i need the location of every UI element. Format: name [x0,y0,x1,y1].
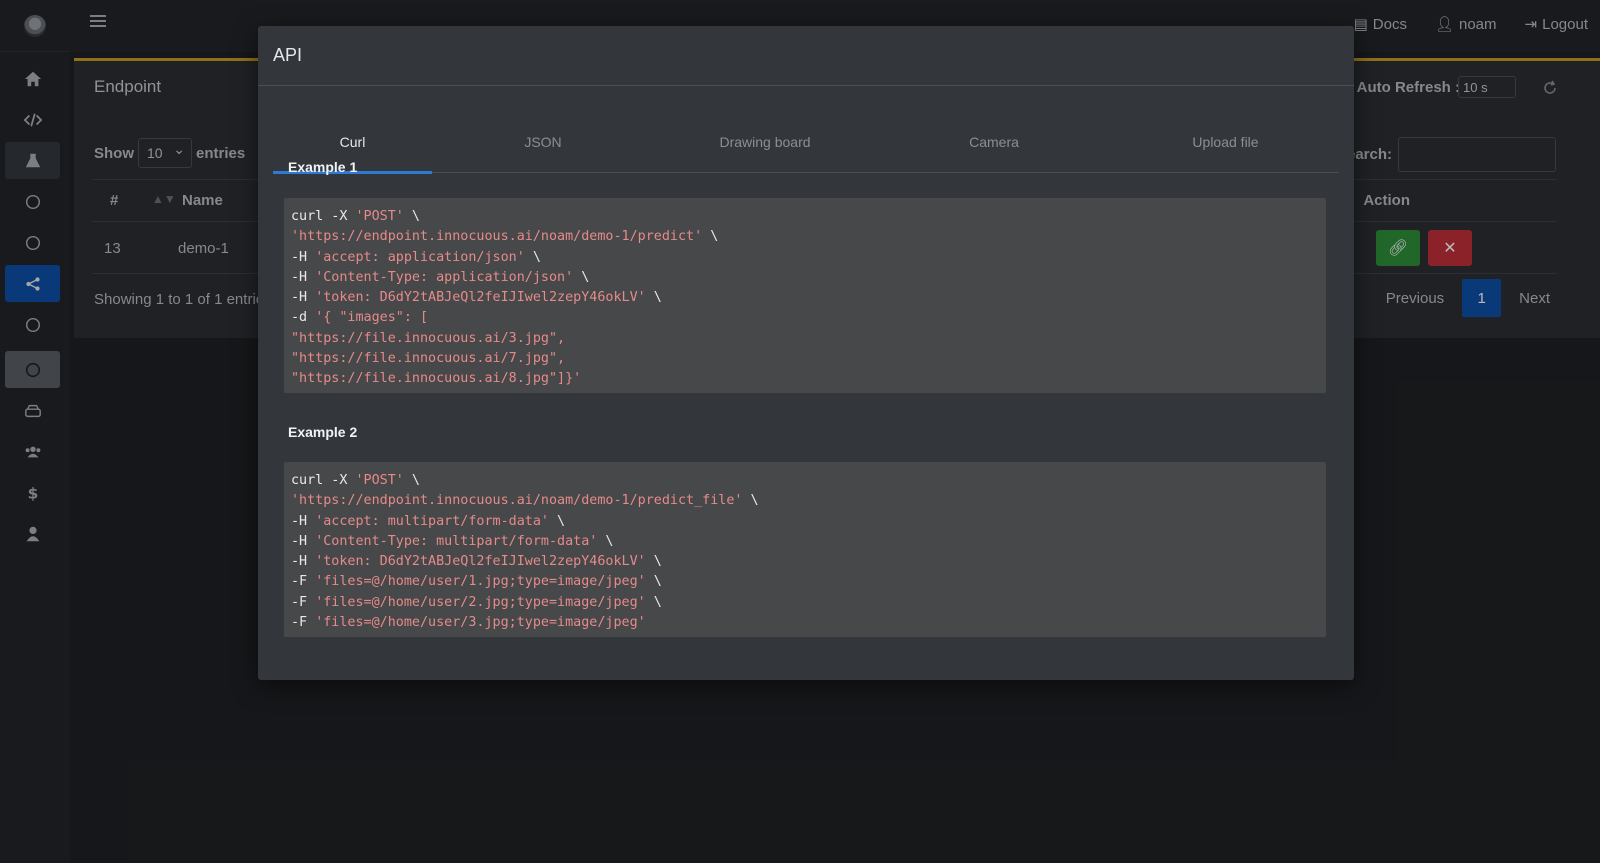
code-line: "https://file.innocuous.ai/8.jpg"]}' [291,371,582,387]
code-line: -H 'Content-Type: application/json' \ [291,269,590,285]
tab-upload-file[interactable]: Upload file [1112,111,1339,173]
modal-title: API [258,26,1354,86]
tab-camera[interactable]: Camera [876,111,1112,173]
code-line: 'https://endpoint.innocuous.ai/noam/demo… [291,229,719,245]
code-line: "https://file.innocuous.ai/3.jpg", [291,330,566,346]
code-line: curl -X 'POST' \ [291,473,420,488]
code-line: -H 'accept: application/json' \ [291,249,541,265]
code-line: -H 'Content-Type: multipart/form-data' \ [291,533,614,549]
code-line: -d '{ "images": [ [291,310,429,326]
code-line: -F 'files=@/home/user/3.jpg;type=image/j… [291,615,646,631]
tab-drawing-board[interactable]: Drawing board [654,111,876,173]
code-block-example-2[interactable]: curl -X 'POST' \ 'https://endpoint.innocu… [284,462,1326,637]
api-modal: API Curl JSON Drawing board Camera Uploa… [258,26,1354,680]
code-line: -F 'files=@/home/user/1.jpg;type=image/j… [291,574,662,590]
example-1-title: Example 1 [288,159,358,175]
code-line: 'https://endpoint.innocuous.ai/noam/demo… [291,493,759,509]
code-line: -H 'accept: multipart/form-data' \ [291,513,566,529]
tab-json[interactable]: JSON [432,111,654,173]
code-line: "https://file.innocuous.ai/7.jpg", [291,351,566,367]
code-line: curl -X 'POST' \ [291,209,420,224]
api-tabs: Curl JSON Drawing board Camera Upload fi… [273,111,1339,174]
code-line: -H 'token: D6dY2tABJeQl2feIJIwel2zepY46o… [291,290,662,306]
example-2-title: Example 2 [288,424,358,440]
code-block-example-1[interactable]: curl -X 'POST' \ 'https://endpoint.innocu… [284,198,1326,393]
code-line: -F 'files=@/home/user/2.jpg;type=image/j… [291,594,662,610]
code-line: -H 'token: D6dY2tABJeQl2feIJIwel2zepY46o… [291,554,662,570]
